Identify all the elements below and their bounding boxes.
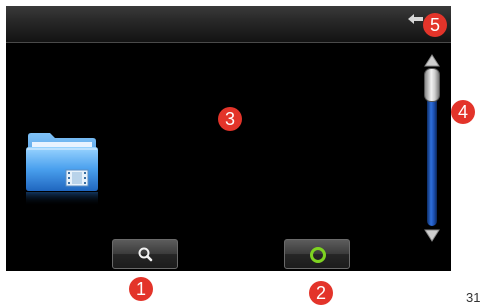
scroll-thumb[interactable]: [424, 68, 440, 102]
video-folder-icon: [26, 133, 98, 206]
video-folder[interactable]: [24, 128, 100, 212]
device-screen: [6, 6, 451, 271]
scroll-down-icon: [424, 229, 440, 242]
callout-2: 2: [309, 281, 333, 305]
callout-3: 3: [218, 107, 242, 131]
page-number: 31: [466, 290, 481, 305]
callout-1: 1: [129, 277, 153, 301]
callout-5: 5: [423, 13, 447, 37]
callout-4: 4: [451, 100, 475, 124]
refresh-button[interactable]: [284, 239, 350, 269]
refresh-icon: [310, 247, 326, 263]
search-icon: [138, 247, 153, 262]
title-bar: [6, 6, 451, 43]
scroll-down-button[interactable]: [422, 226, 442, 244]
search-button[interactable]: [112, 239, 178, 269]
